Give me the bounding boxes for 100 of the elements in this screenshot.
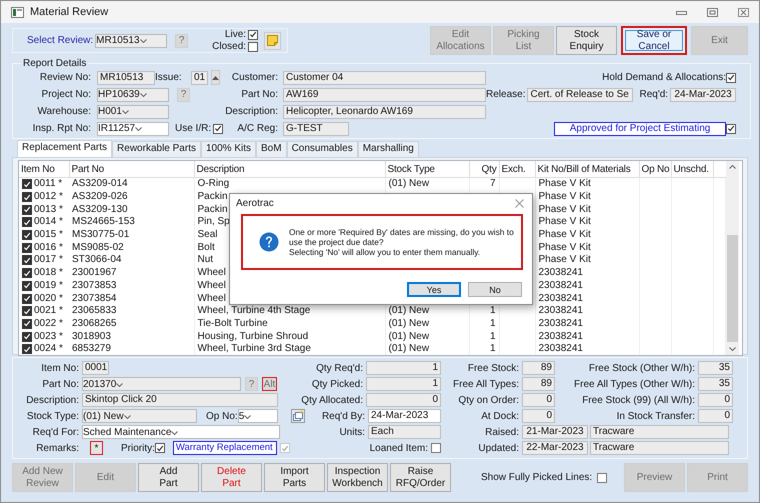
show-picked-checkbox[interactable]	[597, 472, 608, 482]
description-field[interactable]: Skintop Click 20	[82, 393, 278, 407]
issue-field[interactable]: 01	[191, 70, 208, 84]
review-number-field[interactable]: MR10513	[97, 70, 155, 84]
column-header[interactable]: Unschd.	[671, 161, 713, 178]
notes-button[interactable]	[264, 32, 282, 50]
quantity-field[interactable]: 1	[366, 377, 441, 391]
spin-button[interactable]	[211, 70, 220, 85]
use-ir-checkbox[interactable]	[213, 124, 224, 134]
row-checkbox[interactable]	[22, 318, 32, 329]
column-header[interactable]: Exch.	[499, 161, 535, 178]
user-field[interactable]: Tracware	[590, 441, 729, 455]
release-field[interactable]: Cert. of Release to Se	[527, 88, 634, 102]
project-dropdown[interactable]: HP10639	[97, 88, 169, 102]
stock-field[interactable]: 35	[698, 377, 733, 391]
warehouse-dropdown[interactable]: H001	[97, 104, 169, 118]
status-field[interactable]: Approved for Project Estimating	[554, 122, 726, 136]
alt-button[interactable]: Alt	[262, 377, 277, 391]
priority-field[interactable]: Warranty Replacement	[172, 441, 277, 455]
column-header[interactable]: Kit No/Bill of Materials	[535, 161, 639, 178]
scroll-up-icon[interactable]	[728, 165, 736, 169]
table-cell: Phase V Kit	[538, 204, 591, 215]
stock-field[interactable]: 35	[698, 361, 733, 375]
column-header[interactable]: Part No	[69, 161, 194, 178]
row-checkbox[interactable]	[22, 332, 32, 342]
stock-field[interactable]: 0	[522, 393, 555, 407]
required-by-field[interactable]: 24-Mar-2023	[368, 409, 441, 423]
stock-field[interactable]: 89	[522, 361, 555, 375]
toolbar-button[interactable]: Stock Enquiry	[556, 26, 617, 55]
row-checkbox[interactable]	[22, 255, 32, 266]
ac-reg-field[interactable]: G-TEST	[283, 122, 349, 136]
row-checkbox[interactable]	[22, 242, 32, 253]
action-button[interactable]: Inspection Workbench	[327, 463, 388, 492]
status-checkbox[interactable]	[726, 124, 736, 134]
dialog-button[interactable]: No	[468, 282, 522, 297]
required-for-dropdown[interactable]: Sched Maintenance	[82, 425, 280, 439]
stock-type-dropdown[interactable]: (01) New	[82, 409, 197, 423]
quantity-field[interactable]: 0	[366, 393, 441, 407]
action-button[interactable]: Add Part	[138, 463, 199, 492]
description-field[interactable]: Helicopter, Leonardo AW169	[283, 104, 486, 118]
dialog-button[interactable]: Yes	[407, 282, 461, 297]
column-header[interactable]: Op No	[639, 161, 671, 178]
maximize-icon[interactable]	[707, 8, 718, 16]
date-field[interactable]: 22-Mar-2023	[522, 441, 588, 455]
row-checkbox[interactable]	[22, 294, 32, 304]
scroll-down-icon[interactable]	[728, 347, 736, 351]
column-header[interactable]: Stock Type	[385, 161, 469, 178]
row-checkbox[interactable]	[22, 268, 32, 278]
caret-icon	[140, 39, 146, 43]
tab[interactable]: 100% Kits	[200, 141, 256, 157]
row-checkbox[interactable]	[22, 179, 32, 190]
item-number-field[interactable]: 0001	[82, 361, 109, 375]
quantity-field[interactable]: 1	[366, 361, 441, 375]
required-date-field[interactable]: 24-Mar-2023	[670, 88, 736, 102]
live-checkbox[interactable]	[248, 30, 258, 40]
customer-field[interactable]: Customer 04	[283, 70, 486, 84]
column-header[interactable]: Description	[194, 161, 385, 178]
loaned-item-checkbox[interactable]	[431, 443, 441, 453]
column-header[interactable]: Item No	[19, 161, 69, 178]
closed-checkbox[interactable]	[248, 42, 258, 52]
row-checkbox[interactable]	[22, 230, 32, 240]
stock-field[interactable]: 0	[698, 393, 733, 407]
remarks-button[interactable]: *	[90, 441, 103, 455]
row-checkbox[interactable]	[22, 192, 32, 202]
part-number-dropdown[interactable]: 201370	[82, 377, 241, 391]
row-checkbox[interactable]	[22, 306, 32, 316]
scrollbar[interactable]	[726, 161, 738, 355]
row-checkbox[interactable]	[22, 280, 32, 291]
row-checkbox[interactable]	[22, 217, 32, 228]
tab[interactable]: Marshalling	[358, 141, 419, 157]
tab[interactable]: Consumables	[286, 141, 358, 157]
action-button[interactable]: Delete Part	[201, 463, 262, 492]
column-header[interactable]: Qty	[469, 161, 499, 178]
row-checkbox[interactable]	[22, 204, 32, 215]
tab[interactable]: Reworkable Parts	[112, 141, 201, 157]
stock-field[interactable]: 0	[522, 409, 555, 423]
minimize-icon[interactable]	[676, 9, 687, 15]
date-field[interactable]: 21-Mar-2023	[522, 425, 588, 439]
hold-checkbox[interactable]	[726, 72, 736, 82]
units-field[interactable]: Each	[368, 425, 441, 439]
field-label: Insp. Rpt No:	[32, 123, 91, 134]
inspection-report-dropdown[interactable]: IR11257	[97, 122, 169, 136]
action-button[interactable]: Import Parts	[264, 463, 325, 492]
stock-field[interactable]: 89	[522, 377, 555, 391]
review-dropdown[interactable]: MR10513	[95, 34, 168, 48]
tab[interactable]: Replacement Parts	[17, 140, 112, 157]
priority-checkbox[interactable]	[154, 443, 165, 453]
table-cell: Seal	[198, 229, 218, 240]
tab[interactable]: BoM	[256, 141, 287, 157]
user-field[interactable]: Tracware	[590, 425, 729, 439]
toolbar-button[interactable]: Save or Cancel	[621, 26, 687, 55]
row-checkbox[interactable]	[22, 344, 32, 354]
close-icon[interactable]	[738, 8, 749, 16]
op-number-dropdown[interactable]: 5	[238, 409, 278, 423]
close-icon[interactable]	[515, 198, 524, 208]
scrollbar-thumb[interactable]	[726, 235, 738, 342]
priority-value-checkbox[interactable]	[280, 443, 290, 453]
part-number-field[interactable]: AW169	[283, 88, 486, 102]
stock-field[interactable]: 0	[698, 409, 733, 423]
action-button[interactable]: Raise RFQ/Order	[390, 463, 451, 492]
